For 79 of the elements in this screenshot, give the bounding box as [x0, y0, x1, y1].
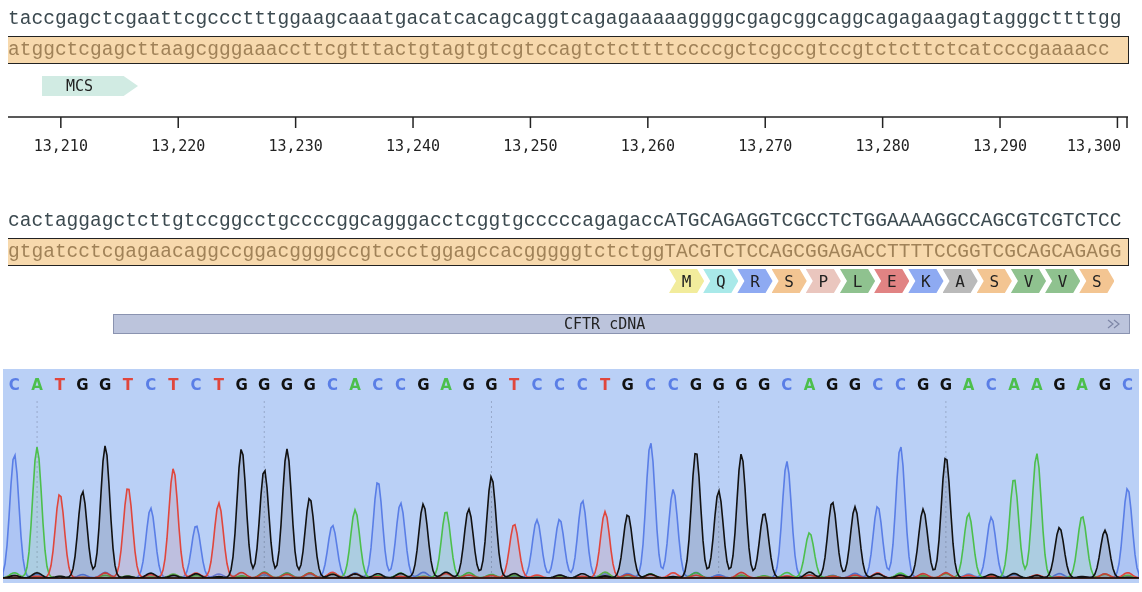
- base-call: C: [893, 376, 907, 394]
- base-call: G: [234, 376, 249, 394]
- base-call: C: [530, 376, 544, 394]
- base-call: C: [371, 376, 385, 394]
- base-call: C: [871, 376, 885, 394]
- amino-acid: V: [1045, 269, 1081, 293]
- amino-acid: V: [1010, 269, 1047, 293]
- base-call: T: [212, 376, 225, 394]
- base-call: C: [780, 376, 794, 394]
- base-call: A: [439, 376, 453, 394]
- base-call: G: [620, 376, 635, 394]
- base-call: C: [7, 376, 21, 394]
- base-call: T: [167, 376, 180, 394]
- base-call: A: [1029, 376, 1044, 394]
- amino-acid: S: [1079, 269, 1115, 293]
- amino-acid: Q: [703, 269, 739, 293]
- ruler-label: 13,300: [1066, 137, 1122, 155]
- base-call: G: [734, 376, 749, 394]
- amino-acid: A: [942, 269, 978, 293]
- ruler-label: 13,280: [855, 137, 910, 155]
- base-call: C: [643, 376, 657, 394]
- ruler-label: 13,260: [620, 137, 675, 155]
- ruler-label: 13,220: [151, 137, 206, 155]
- base-call: A: [802, 376, 817, 394]
- bottom-strand-sequence: gtgatcctcgagaacaggccggacggggccgtccctggagccacgggggtctctggTACGTCTCCAGCGGAGACCTTTTCCGGTCGCAGCAGAGG: [8, 238, 1129, 266]
- base-call: C: [575, 376, 589, 394]
- base-call: T: [53, 376, 66, 394]
- top-strand-sequence: cactaggagctcttgtccggcctgccccggcagggacctcggtgcccccagagaccATGCAGAGGTCGCCTCTGGAAAAGGCCAGCGTCGTCTCC: [7, 209, 1123, 234]
- amino-acid: S: [771, 269, 807, 293]
- base-call: G: [938, 376, 953, 394]
- base-call: A: [30, 376, 44, 394]
- ruler-label: 13,210: [33, 137, 88, 155]
- amino-acid: M: [669, 269, 705, 293]
- base-call: G: [711, 376, 726, 394]
- bottom-strand-sequence: atggctcgagcttaagcgggaaaccttcgtttactgtagtgtcgtccagtctcttttccccgctcgccgtccgtctcttctcatcccgaaaacc: [8, 36, 1129, 64]
- feature-bar[interactable]: CFTR cDNA: [113, 314, 1130, 334]
- base-call: A: [1075, 376, 1089, 394]
- base-call: G: [688, 376, 704, 394]
- ruler-label: 13,250: [503, 137, 558, 155]
- base-call: G: [257, 376, 272, 394]
- base-call: G: [756, 376, 772, 394]
- amino-acid: P: [805, 269, 841, 293]
- feature-label: CFTR cDNA: [564, 315, 646, 333]
- ruler-label: 13,270: [738, 137, 793, 155]
- base-call: G: [461, 376, 476, 394]
- base-call: G: [75, 376, 90, 394]
- top-strand-sequence: taccgagctcgaattcgccctttggaagcaaatgacatcacagcaggtcagagaaaaaggggcgagcggcaggcagagaagagtagggcttttgg: [7, 7, 1123, 32]
- base-call: G: [484, 376, 499, 394]
- ruler-label: 13,290: [972, 137, 1028, 155]
- base-call: G: [98, 376, 113, 394]
- base-call: G: [825, 376, 840, 394]
- ruler-label: 13,240: [385, 137, 441, 155]
- base-call: C: [144, 376, 158, 394]
- base-call: G: [847, 376, 863, 394]
- base-call: C: [984, 376, 998, 394]
- amino-acid: K: [908, 269, 944, 293]
- base-call: G: [416, 376, 431, 394]
- amino-acid: S: [976, 269, 1012, 293]
- amino-acid: L: [839, 269, 876, 293]
- base-call: C: [553, 376, 567, 394]
- base-call: C: [666, 376, 680, 394]
- base-call: G: [1097, 376, 1112, 394]
- amino-acid: R: [737, 269, 773, 293]
- base-call: G: [1052, 376, 1067, 394]
- base-call: T: [508, 376, 521, 394]
- base-call: G: [279, 376, 295, 394]
- amino-acid: E: [874, 269, 910, 293]
- base-call: T: [598, 376, 612, 394]
- base-call: A: [961, 376, 976, 394]
- base-call: C: [189, 376, 203, 394]
- base-call: A: [1007, 376, 1021, 394]
- ruler-label: 13,230: [268, 137, 323, 155]
- base-call: C: [1121, 376, 1135, 394]
- base-call: G: [915, 376, 931, 394]
- base-call: C: [394, 376, 408, 394]
- base-call: C: [325, 376, 339, 394]
- base-call: G: [302, 376, 317, 394]
- base-call: A: [348, 376, 362, 394]
- base-call: T: [121, 376, 135, 394]
